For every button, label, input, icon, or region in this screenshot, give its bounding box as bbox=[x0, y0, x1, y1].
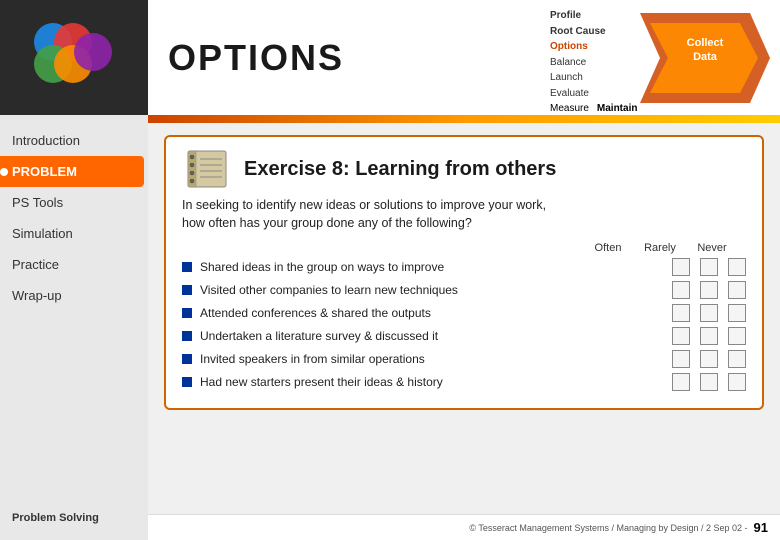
sidebar-item-ps-tools[interactable]: PS Tools bbox=[0, 187, 148, 218]
label-balance: Balance bbox=[550, 57, 586, 68]
checkbox-rarely[interactable] bbox=[700, 304, 718, 322]
checkbox-never[interactable] bbox=[728, 281, 746, 299]
bullet-icon bbox=[182, 354, 192, 364]
checkbox-often[interactable] bbox=[672, 281, 690, 299]
exercise-subtitle: In seeking to identify new ideas or solu… bbox=[182, 197, 746, 232]
header-section: OPTIONS Profile Root Cause Options Balan… bbox=[148, 0, 780, 115]
checkbox-rarely[interactable] bbox=[700, 258, 718, 276]
list-item: Undertaken a literature survey & discuss… bbox=[182, 327, 746, 345]
page-title: OPTIONS bbox=[168, 37, 344, 79]
logo-area bbox=[0, 0, 148, 115]
list-item: Had new starters present their ideas & h… bbox=[182, 373, 746, 391]
checkboxes bbox=[672, 373, 746, 391]
logo-circles bbox=[34, 23, 114, 93]
bullet-icon bbox=[182, 308, 192, 318]
sidebar-nav: Introduction PROBLEM PS Tools Simulation… bbox=[0, 115, 148, 504]
chevron-arrows: Collect Data bbox=[640, 8, 770, 113]
checkbox-rarely[interactable] bbox=[700, 327, 718, 345]
freq-often: Often bbox=[582, 242, 634, 254]
diagram-labels: Profile Root Cause Options Balance Launc… bbox=[550, 8, 640, 114]
checkbox-often[interactable] bbox=[672, 327, 690, 345]
list-item: Visited other companies to learn new tec… bbox=[182, 281, 746, 299]
label-evaluate: Evaluate bbox=[550, 88, 589, 99]
svg-text:Collect: Collect bbox=[687, 37, 724, 49]
checkbox-never[interactable] bbox=[728, 327, 746, 345]
checkbox-never[interactable] bbox=[728, 258, 746, 276]
sidebar-item-practice[interactable]: Practice bbox=[0, 249, 148, 280]
item-text: Undertaken a literature survey & discuss… bbox=[200, 329, 664, 343]
checkboxes bbox=[672, 304, 746, 322]
main-area: OPTIONS Profile Root Cause Options Balan… bbox=[148, 0, 780, 540]
label-options: Options bbox=[550, 41, 588, 52]
item-text: Attended conferences & shared the output… bbox=[200, 306, 664, 320]
sidebar-item-introduction[interactable]: Introduction bbox=[0, 125, 148, 156]
checkbox-rarely[interactable] bbox=[700, 281, 718, 299]
notebook-icon bbox=[182, 149, 232, 189]
list-item: Invited speakers in from similar operati… bbox=[182, 350, 746, 368]
frequency-header: Often Rarely Never bbox=[182, 242, 746, 254]
exercise-title: Exercise 8: Learning from others bbox=[244, 158, 556, 181]
checkbox-often[interactable] bbox=[672, 258, 690, 276]
sidebar-bottom-label: Problem Solving bbox=[0, 504, 148, 540]
exercise-header: Exercise 8: Learning from others bbox=[182, 149, 746, 189]
label-launch: Launch bbox=[550, 72, 583, 83]
checkbox-often[interactable] bbox=[672, 350, 690, 368]
checkbox-never[interactable] bbox=[728, 350, 746, 368]
sidebar-item-problem[interactable]: PROBLEM bbox=[0, 156, 144, 187]
sidebar-item-wrap-up[interactable]: Wrap-up bbox=[0, 280, 148, 311]
freq-never: Never bbox=[686, 242, 738, 254]
svg-text:Data: Data bbox=[693, 51, 718, 63]
sidebar: Introduction PROBLEM PS Tools Simulation… bbox=[0, 0, 148, 540]
divider-bar bbox=[148, 115, 780, 123]
list-item: Shared ideas in the group on ways to imp… bbox=[182, 258, 746, 276]
exercise-box: Exercise 8: Learning from others In seek… bbox=[164, 135, 764, 410]
checkboxes bbox=[672, 350, 746, 368]
checkbox-never[interactable] bbox=[728, 304, 746, 322]
checkbox-often[interactable] bbox=[672, 373, 690, 391]
page-number: 91 bbox=[754, 520, 768, 535]
checkboxes bbox=[672, 258, 746, 276]
checkboxes bbox=[672, 327, 746, 345]
bullet-icon bbox=[182, 377, 192, 387]
item-text: Invited speakers in from similar operati… bbox=[200, 352, 664, 366]
checkbox-rarely[interactable] bbox=[700, 373, 718, 391]
bullet-icon bbox=[182, 285, 192, 295]
process-diagram: Profile Root Cause Options Balance Launc… bbox=[550, 8, 770, 108]
checkbox-often[interactable] bbox=[672, 304, 690, 322]
checklist: Shared ideas in the group on ways to imp… bbox=[182, 258, 746, 391]
copyright-text: © Tesseract Management Systems / Managin… bbox=[469, 523, 747, 533]
item-text: Visited other companies to learn new tec… bbox=[200, 283, 664, 297]
sidebar-item-simulation[interactable]: Simulation bbox=[0, 218, 148, 249]
bullet-icon bbox=[182, 331, 192, 341]
list-item: Attended conferences & shared the output… bbox=[182, 304, 746, 322]
checkbox-rarely[interactable] bbox=[700, 350, 718, 368]
freq-rarely: Rarely bbox=[634, 242, 686, 254]
item-text: Shared ideas in the group on ways to imp… bbox=[200, 260, 664, 274]
item-text: Had new starters present their ideas & h… bbox=[200, 375, 664, 389]
content-area: Exercise 8: Learning from others In seek… bbox=[148, 123, 780, 514]
label-maintain: Maintain bbox=[597, 103, 638, 114]
label-profile: Profile bbox=[550, 10, 581, 21]
label-measure: Measure bbox=[550, 103, 589, 114]
checkbox-never[interactable] bbox=[728, 373, 746, 391]
checkboxes bbox=[672, 281, 746, 299]
footer: © Tesseract Management Systems / Managin… bbox=[148, 514, 780, 540]
circle-purple bbox=[74, 33, 112, 71]
label-root-cause: Root Cause bbox=[550, 26, 606, 37]
bullet-icon bbox=[182, 262, 192, 272]
